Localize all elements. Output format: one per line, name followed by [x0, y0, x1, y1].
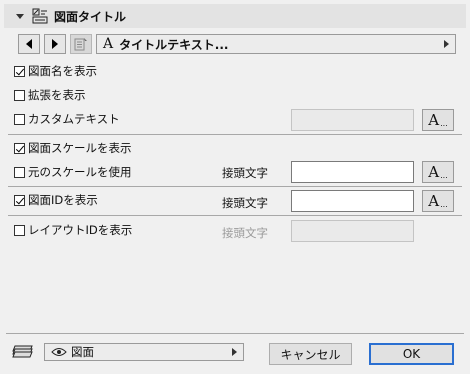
view-dropdown-label: 図面 — [71, 345, 94, 359]
show-drawing-id-checkbox[interactable] — [14, 194, 25, 206]
custom-text-option[interactable]: カスタムテキスト — [14, 111, 120, 127]
use-original-scale-checkbox[interactable] — [14, 166, 25, 178]
show-drawing-name-checkbox[interactable] — [14, 65, 25, 77]
view-dropdown[interactable]: 図面 — [44, 343, 244, 361]
arrow-right-icon — [52, 39, 58, 49]
divider — [8, 215, 462, 216]
font-a-icon: A — [428, 163, 440, 181]
font-a-icon: A — [103, 36, 114, 52]
divider — [8, 134, 462, 135]
use-original-scale-label: 元のスケールを使用 — [28, 165, 132, 179]
drawing-title-icon — [32, 8, 48, 24]
footer-divider — [6, 333, 464, 334]
drawing-id-prefix-label: 接頭文字 — [222, 196, 268, 210]
show-extension-checkbox[interactable] — [14, 89, 25, 101]
collapse-triangle-icon[interactable] — [16, 13, 24, 19]
previous-button[interactable] — [18, 34, 40, 54]
ok-button[interactable]: OK — [369, 343, 454, 365]
font-a-icon: A — [428, 192, 440, 210]
font-a-icon: A — [428, 111, 440, 129]
show-drawing-id-option[interactable]: 図面IDを表示 — [14, 192, 98, 208]
layers-icon — [12, 345, 33, 358]
title-text-dropdown[interactable]: A タイトルテキスト... — [96, 34, 456, 54]
cancel-button[interactable]: キャンセル — [269, 343, 352, 365]
section-title: 図面タイトル — [54, 9, 127, 24]
show-layout-id-option[interactable]: レイアウトIDを表示 — [14, 222, 132, 238]
custom-text-checkbox[interactable] — [14, 113, 25, 125]
layout-id-prefix-label: 接頭文字 — [222, 226, 268, 240]
show-drawing-name-option[interactable]: 図面名を表示 — [14, 63, 97, 79]
eye-icon — [51, 348, 67, 356]
chevron-right-icon — [232, 348, 237, 356]
layout-id-prefix-field[interactable] — [291, 220, 414, 242]
section-header[interactable]: 図面タイトル — [4, 4, 466, 28]
text-settings-button[interactable] — [70, 34, 92, 54]
text-block-icon — [74, 38, 87, 51]
show-drawing-scale-option[interactable]: 図面スケールを表示 — [14, 140, 132, 156]
drawing-id-prefix-field[interactable] — [291, 190, 414, 212]
show-drawing-scale-label: 図面スケールを表示 — [28, 141, 132, 155]
use-original-scale-option[interactable]: 元のスケールを使用 — [14, 164, 132, 180]
custom-text-field[interactable] — [291, 109, 414, 131]
divider — [8, 186, 462, 187]
show-drawing-name-label: 図面名を表示 — [28, 64, 97, 78]
chevron-right-icon — [444, 40, 449, 48]
drawing-id-font-button[interactable]: A... — [422, 190, 454, 212]
custom-text-label: カスタムテキスト — [28, 112, 120, 126]
scale-prefix-label: 接頭文字 — [222, 166, 268, 180]
show-extension-label: 拡張を表示 — [28, 88, 86, 102]
scale-prefix-field[interactable] — [291, 161, 414, 183]
scale-font-button[interactable]: A... — [422, 161, 454, 183]
show-layout-id-checkbox[interactable] — [14, 224, 25, 236]
show-layout-id-label: レイアウトIDを表示 — [28, 223, 133, 237]
show-drawing-scale-checkbox[interactable] — [14, 142, 25, 154]
arrow-left-icon — [26, 39, 32, 49]
next-button[interactable] — [44, 34, 66, 54]
show-drawing-id-label: 図面IDを表示 — [28, 193, 98, 207]
show-extension-option[interactable]: 拡張を表示 — [14, 87, 86, 103]
custom-text-font-button[interactable]: A... — [422, 109, 454, 131]
dropdown-label: タイトルテキスト... — [119, 37, 229, 52]
